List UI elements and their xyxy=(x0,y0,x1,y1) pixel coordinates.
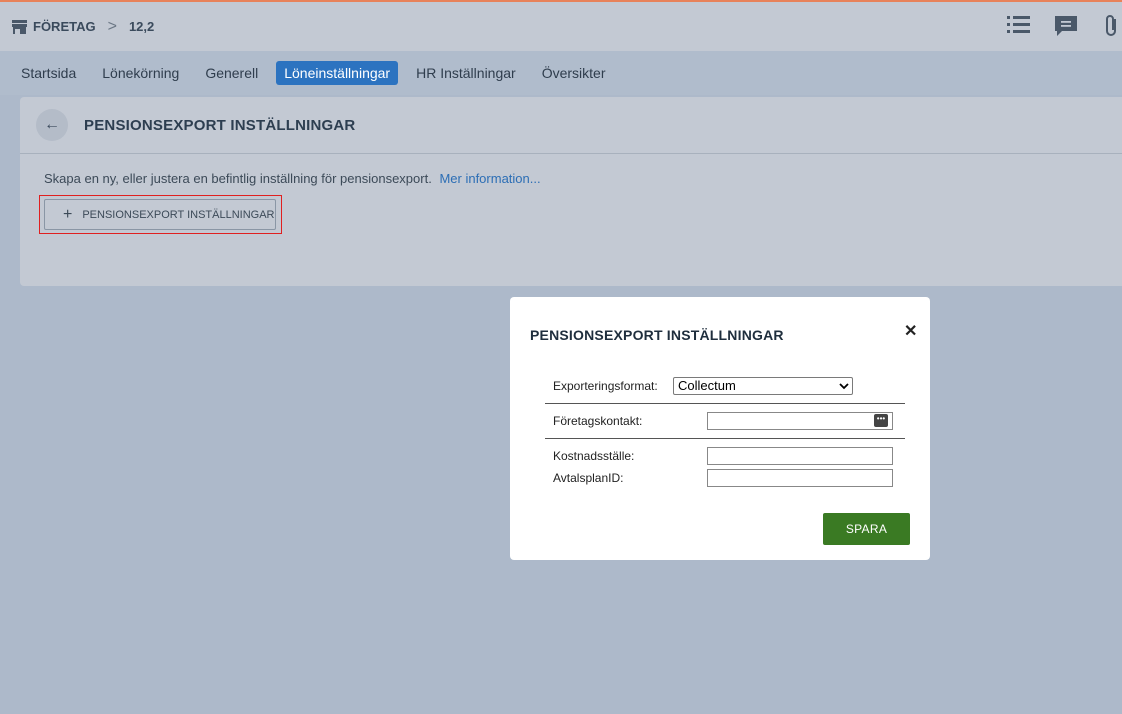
save-button[interactable]: SPARA xyxy=(823,513,910,545)
arrow-left-icon: ← xyxy=(44,116,60,133)
breadcrumb-company[interactable]: FÖRETAG xyxy=(33,19,96,34)
tab-bar: Startsida Lönekörning Generell Löneinstä… xyxy=(0,51,1122,95)
plus-icon: + xyxy=(63,205,73,223)
top-bar: FÖRETAG > 12,2 xyxy=(0,2,1122,51)
divider xyxy=(545,403,905,404)
page-title: PENSIONSEXPORT INSTÄLLNINGAR xyxy=(84,117,356,134)
breadcrumb-current: 12,2 xyxy=(128,19,155,34)
divider xyxy=(545,438,905,439)
plan-id-field[interactable] xyxy=(707,469,893,487)
breadcrumb-separator: > xyxy=(107,17,117,35)
breadcrumb: FÖRETAG > 12,2 xyxy=(12,18,154,36)
panel-description: Skapa en ny, eller justera en befintlig … xyxy=(44,171,541,186)
pension-export-modal: PENSIONSEXPORT INSTÄLLNINGAR ✕ Exporteri… xyxy=(510,297,930,560)
description-text: Skapa en ny, eller justera en befintlig … xyxy=(44,171,432,186)
modal-title: PENSIONSEXPORT INSTÄLLNINGAR xyxy=(530,327,784,343)
cost-center-label: Kostnadsställe: xyxy=(553,449,635,463)
tab-lonekorning[interactable]: Lönekörning xyxy=(94,61,187,85)
format-label: Exporteringsformat: xyxy=(553,379,658,393)
tab-hr-installningar[interactable]: HR Inställningar xyxy=(408,61,524,85)
export-format-value: Collectum xyxy=(678,378,736,393)
paperclip-icon[interactable] xyxy=(1102,14,1122,38)
contact-label: Företagskontakt: xyxy=(553,414,643,428)
add-button-label: PENSIONSEXPORT INSTÄLLNINGAR xyxy=(82,208,275,221)
back-button[interactable]: ← xyxy=(36,109,68,141)
company-contact-field[interactable]: ••• xyxy=(707,412,893,430)
list-icon[interactable] xyxy=(1007,14,1031,36)
tab-generell[interactable]: Generell xyxy=(197,61,266,85)
store-icon xyxy=(12,19,27,34)
panel-header: ← PENSIONSEXPORT INSTÄLLNINGAR xyxy=(20,97,1122,154)
more-info-link[interactable]: Mer information... xyxy=(439,171,540,186)
tab-loneinstallningar[interactable]: Löneinställningar xyxy=(276,61,399,85)
chat-icon[interactable] xyxy=(1053,14,1079,38)
tab-oversikter[interactable]: Översikter xyxy=(534,61,614,85)
plan-id-label: AvtalsplanID: xyxy=(553,471,624,485)
add-pension-export-button[interactable]: + PENSIONSEXPORT INSTÄLLNINGAR xyxy=(44,199,276,230)
export-format-select[interactable]: Collectum xyxy=(673,377,853,395)
tab-startsida[interactable]: Startsida xyxy=(13,61,84,85)
close-icon[interactable]: ✕ xyxy=(904,321,917,341)
cost-center-field[interactable] xyxy=(707,447,893,465)
settings-panel: ← PENSIONSEXPORT INSTÄLLNINGAR Skapa en … xyxy=(20,97,1122,286)
more-dots-icon[interactable]: ••• xyxy=(874,414,888,427)
chevron-down-icon xyxy=(839,383,849,390)
